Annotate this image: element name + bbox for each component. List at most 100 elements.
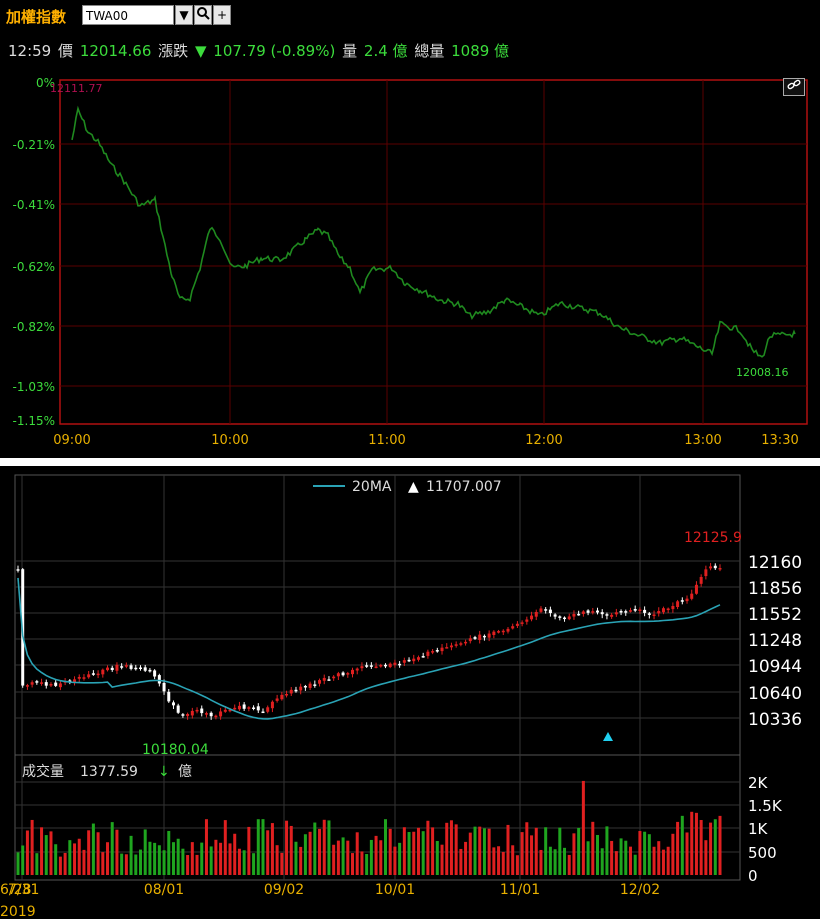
volume-bar xyxy=(680,815,684,875)
volume-bar xyxy=(91,823,95,875)
volume-bar xyxy=(661,849,665,875)
candle-body xyxy=(704,569,708,577)
candle-body xyxy=(515,623,519,626)
candle-body xyxy=(619,610,623,613)
volume-bar xyxy=(346,840,350,875)
search-icon[interactable] xyxy=(194,5,212,25)
volume-bar xyxy=(454,824,458,875)
volume-bar xyxy=(25,830,29,875)
total-volume-value: 1089 億 xyxy=(451,42,510,60)
candle-body xyxy=(398,663,402,666)
daily-chart[interactable]: 12160 11856 11552 11248 10944 10640 10336 2K 1.… xyxy=(0,466,820,919)
candle-body xyxy=(247,707,251,709)
candle-body xyxy=(614,612,618,615)
volume-bar xyxy=(468,832,472,875)
intraday-chart[interactable]: 0%-0.21%-0.41%-0.62%-0.82%-1.03%-1.15% 0… xyxy=(0,68,820,460)
overlap-date-label: 7/31 xyxy=(8,882,39,898)
volume-bar xyxy=(35,853,39,875)
volume-tick-label: 1K xyxy=(748,820,769,838)
volume-bar xyxy=(40,827,44,875)
volume-bar xyxy=(129,835,133,875)
volume-bar xyxy=(572,833,576,875)
candle-body xyxy=(143,667,147,671)
candle-body xyxy=(435,650,439,652)
candle-body xyxy=(643,609,647,613)
volume-tick-label: 0 xyxy=(748,867,758,885)
volume-arrow-icon: ↓ xyxy=(158,764,170,780)
candle-body xyxy=(242,704,246,709)
volume-bar xyxy=(402,827,406,875)
daily-x-axis: 6/28 08/01 09/02 10/01 11/01 12/02 xyxy=(0,882,660,898)
candle-body xyxy=(501,630,505,633)
volume-bar xyxy=(341,837,345,875)
symbol-input[interactable]: TWA00 xyxy=(82,5,174,25)
volume-bar xyxy=(87,830,91,875)
candle-body xyxy=(256,706,260,711)
candle-body xyxy=(294,689,298,692)
volume-label: 量 xyxy=(342,42,358,60)
candle-body xyxy=(219,711,223,717)
date-tick-label: 10/01 xyxy=(375,882,415,898)
candle-body xyxy=(563,617,567,620)
volume-bar xyxy=(600,848,604,875)
volume-bar xyxy=(261,819,265,875)
candle-body xyxy=(176,705,180,713)
volume-bar xyxy=(539,849,543,875)
price-tick-label: 12160 xyxy=(748,553,802,573)
volume-bar xyxy=(614,851,618,875)
volume-bar xyxy=(610,840,614,875)
volume-bar xyxy=(393,846,397,875)
candle-body xyxy=(322,677,326,681)
add-icon[interactable]: + xyxy=(213,5,231,25)
volume-bar xyxy=(478,826,482,875)
total-volume-label: 總量 xyxy=(414,42,445,60)
candle-body xyxy=(459,643,463,645)
volume-bar xyxy=(501,851,505,875)
candle-body xyxy=(661,608,665,613)
candle-body xyxy=(355,668,359,671)
volume-bar xyxy=(581,780,585,875)
volume-bar xyxy=(322,819,326,875)
candle-body xyxy=(332,676,336,679)
volume-bar xyxy=(544,827,548,875)
chevron-down-icon[interactable]: ▼ xyxy=(175,5,193,25)
volume-bar xyxy=(82,849,86,875)
volume-bar xyxy=(445,822,449,875)
volume-bar xyxy=(289,825,293,875)
candle-body xyxy=(16,569,20,571)
link-icon[interactable] xyxy=(783,78,805,96)
candle-body xyxy=(233,707,237,710)
candle-body xyxy=(610,614,614,617)
volume-bar xyxy=(124,854,128,875)
candle-body xyxy=(237,705,241,710)
volume-bar xyxy=(586,841,590,875)
volume-bar xyxy=(426,820,430,875)
candle-body xyxy=(520,622,524,624)
volume-bar xyxy=(482,828,486,875)
volume-bar xyxy=(148,841,152,875)
volume-bar xyxy=(407,832,411,875)
x-tick-label: 12:00 xyxy=(525,433,562,448)
price-tick-label: 11552 xyxy=(748,605,802,625)
volume-bar xyxy=(242,850,246,875)
volume-bar xyxy=(591,821,595,875)
candle-body xyxy=(360,666,364,669)
volume-bar xyxy=(676,821,680,875)
candle-body xyxy=(534,611,538,617)
candle-body xyxy=(87,674,91,678)
candle-body xyxy=(497,631,501,633)
candle-body xyxy=(44,682,48,686)
toolbar: 加權指數 TWA00 ▼ + xyxy=(0,0,820,36)
candle-body xyxy=(195,709,199,712)
volume-bar xyxy=(176,838,180,875)
link-icon-glyph xyxy=(787,79,801,90)
candle-body xyxy=(591,611,595,613)
candle-body xyxy=(671,606,675,610)
volume-bar xyxy=(49,831,53,875)
volume-bar xyxy=(379,840,383,875)
volume-bar xyxy=(204,819,208,875)
date-tick-label: 08/01 xyxy=(144,882,184,898)
candle-body xyxy=(91,673,95,675)
volume-bar xyxy=(657,841,661,875)
y-tick-label: -1.15% xyxy=(13,414,55,428)
